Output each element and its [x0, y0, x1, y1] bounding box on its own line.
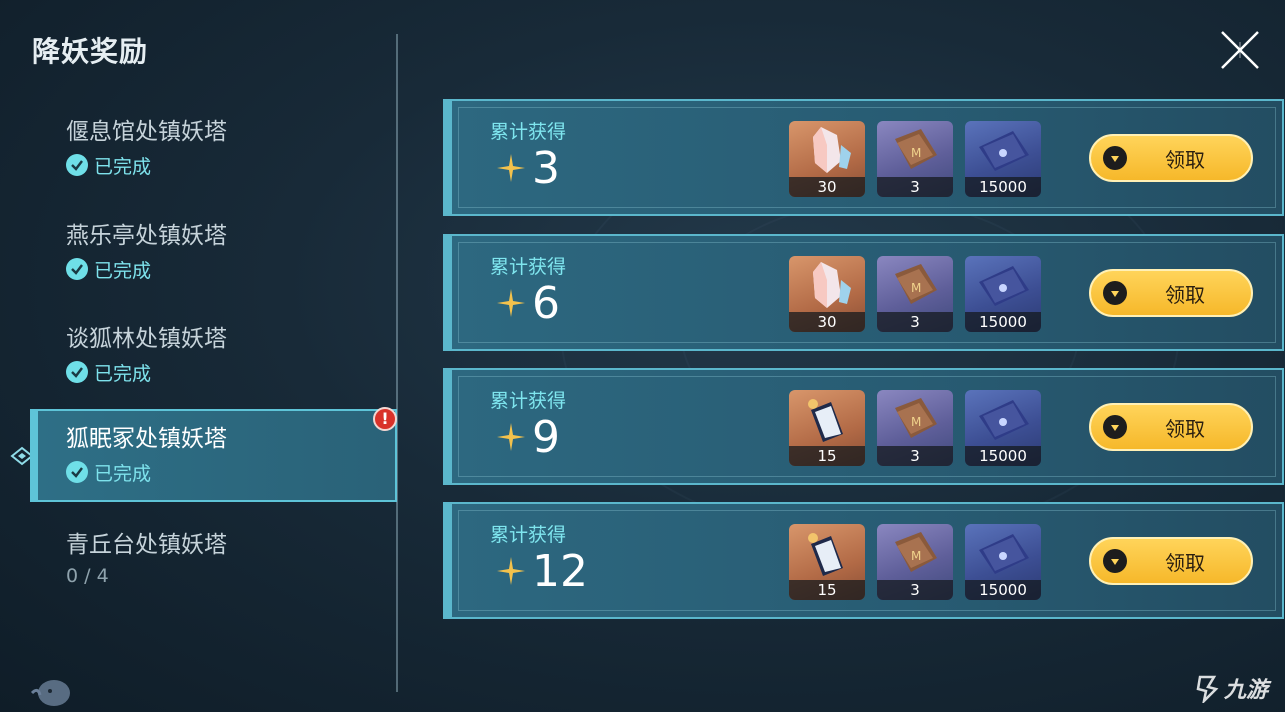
claim-button[interactable]: 领取 — [1089, 537, 1253, 585]
status-text: 已完成 — [94, 155, 152, 178]
status-text: 已完成 — [94, 462, 152, 485]
crystal-icon — [813, 127, 851, 173]
scroll-icon — [808, 399, 843, 442]
close-button[interactable] — [1218, 28, 1262, 72]
sidebar-item-tower-1[interactable]: 偃息馆处镇妖塔 已完成 — [30, 104, 397, 196]
star-icon — [497, 423, 525, 451]
reward-card: 累计获得 6 30 M 3 15000 领取 — [443, 234, 1284, 351]
svg-text:M: M — [911, 549, 921, 563]
reward-card: 累计获得 3 30 M 3 15000 领取 — [443, 99, 1284, 216]
alert-badge-icon: ! — [373, 407, 397, 431]
reward-label: 累计获得 — [490, 121, 567, 143]
reward-count: 12 — [532, 546, 588, 597]
svg-text:M: M — [911, 146, 921, 160]
reward-label: 累计获得 — [490, 524, 567, 546]
status-completed: 已完成 — [66, 152, 397, 178]
reward-item-crystal[interactable]: 30 — [789, 121, 865, 197]
check-circle-icon — [66, 361, 88, 383]
item-quantity: 30 — [789, 312, 865, 332]
svg-text:M: M — [911, 281, 921, 295]
item-quantity: 15000 — [965, 177, 1041, 197]
page-title: 降妖奖励 — [32, 35, 149, 68]
item-quantity: 30 — [789, 177, 865, 197]
reward-item-ticket[interactable]: 15000 — [965, 121, 1041, 197]
item-quantity: 15000 — [965, 312, 1041, 332]
reward-count: 6 — [532, 278, 560, 329]
reward-label: 累计获得 — [490, 256, 567, 278]
claim-button[interactable]: 领取 — [1089, 403, 1253, 451]
item-quantity: 15000 — [965, 446, 1041, 466]
check-circle-icon — [66, 258, 88, 280]
claim-button[interactable]: 领取 — [1089, 134, 1253, 182]
sidebar-item-label: 谈狐林处镇妖塔 — [66, 326, 227, 352]
reward-item-scroll[interactable]: 15 — [789, 524, 865, 600]
scroll-icon — [808, 533, 843, 576]
star-icon — [497, 289, 525, 317]
star-icon — [497, 557, 525, 585]
item-quantity: 15 — [789, 580, 865, 600]
claim-button[interactable]: 领取 — [1089, 269, 1253, 317]
close-icon — [1221, 31, 1259, 69]
crystal-icon — [813, 262, 851, 308]
mascot-icon — [28, 673, 72, 707]
claim-label: 领取 — [1165, 416, 1205, 441]
claim-arrow-icon — [1103, 281, 1127, 305]
progress-text: 0 / 4 — [66, 565, 109, 587]
reward-item-ticket[interactable]: 15000 — [965, 256, 1041, 332]
reward-card: 累计获得 9 15 M 3 15000 领取 — [443, 368, 1284, 485]
reward-item-crystal[interactable]: 30 — [789, 256, 865, 332]
check-circle-icon — [66, 461, 88, 483]
book-icon: M — [895, 532, 937, 572]
watermark-logo-icon — [1196, 675, 1219, 703]
claim-arrow-icon — [1103, 146, 1127, 170]
reward-count: 9 — [532, 412, 560, 463]
claim-label: 领取 — [1165, 550, 1205, 575]
watermark-text: 九游 — [1224, 678, 1269, 703]
reward-item-book[interactable]: M 3 — [877, 390, 953, 466]
sidebar-item-label: 狐眠冢处镇妖塔 — [66, 426, 227, 452]
sidebar-item-tower-3[interactable]: 谈狐林处镇妖塔 已完成 — [30, 311, 397, 403]
item-quantity: 3 — [877, 312, 953, 332]
reward-item-book[interactable]: M 3 — [877, 524, 953, 600]
check-circle-icon — [66, 154, 88, 176]
sidebar-item-tower-4[interactable]: 狐眠冢处镇妖塔 已完成 ! — [30, 407, 397, 502]
status-text: 已完成 — [94, 259, 152, 282]
sidebar-item-tower-2[interactable]: 燕乐亭处镇妖塔 已完成 — [30, 208, 397, 300]
item-quantity: 3 — [877, 177, 953, 197]
watermark: 九游 — [1194, 672, 1268, 704]
sidebar-item-label: 青丘台处镇妖塔 — [66, 532, 227, 558]
reward-item-ticket[interactable]: 15000 — [965, 390, 1041, 466]
item-quantity: 15000 — [965, 580, 1041, 600]
star-icon — [497, 154, 525, 182]
ticket-icon — [979, 266, 1029, 306]
claim-arrow-icon — [1103, 549, 1127, 573]
sidebar-item-tower-5[interactable]: 青丘台处镇妖塔 0 / 4 — [30, 517, 397, 609]
reward-label: 累计获得 — [490, 390, 567, 412]
reward-item-book[interactable]: M 3 — [877, 121, 953, 197]
claim-label: 领取 — [1165, 147, 1205, 172]
claim-arrow-icon — [1103, 415, 1127, 439]
item-quantity: 3 — [877, 580, 953, 600]
reward-card: 累计获得 12 15 M 3 15000 领取 — [443, 502, 1284, 619]
book-icon: M — [895, 398, 937, 438]
sidebar-item-label: 偃息馆处镇妖塔 — [66, 119, 227, 145]
ticket-icon — [979, 400, 1029, 440]
ticket-icon — [979, 131, 1029, 171]
book-icon: M — [895, 264, 937, 304]
item-quantity: 3 — [877, 446, 953, 466]
sidebar-item-label: 燕乐亭处镇妖塔 — [66, 223, 227, 249]
book-icon: M — [895, 129, 937, 169]
claim-label: 领取 — [1165, 282, 1205, 307]
ticket-icon — [979, 534, 1029, 574]
status-completed: 已完成 — [66, 256, 397, 282]
status-completed: 已完成 — [66, 459, 395, 485]
reward-item-book[interactable]: M 3 — [877, 256, 953, 332]
svg-text:M: M — [911, 415, 921, 429]
item-quantity: 15 — [789, 446, 865, 466]
status-text: 已完成 — [94, 362, 152, 385]
reward-item-scroll[interactable]: 15 — [789, 390, 865, 466]
status-completed: 已完成 — [66, 359, 397, 385]
reward-count: 3 — [532, 143, 560, 194]
reward-item-ticket[interactable]: 15000 — [965, 524, 1041, 600]
